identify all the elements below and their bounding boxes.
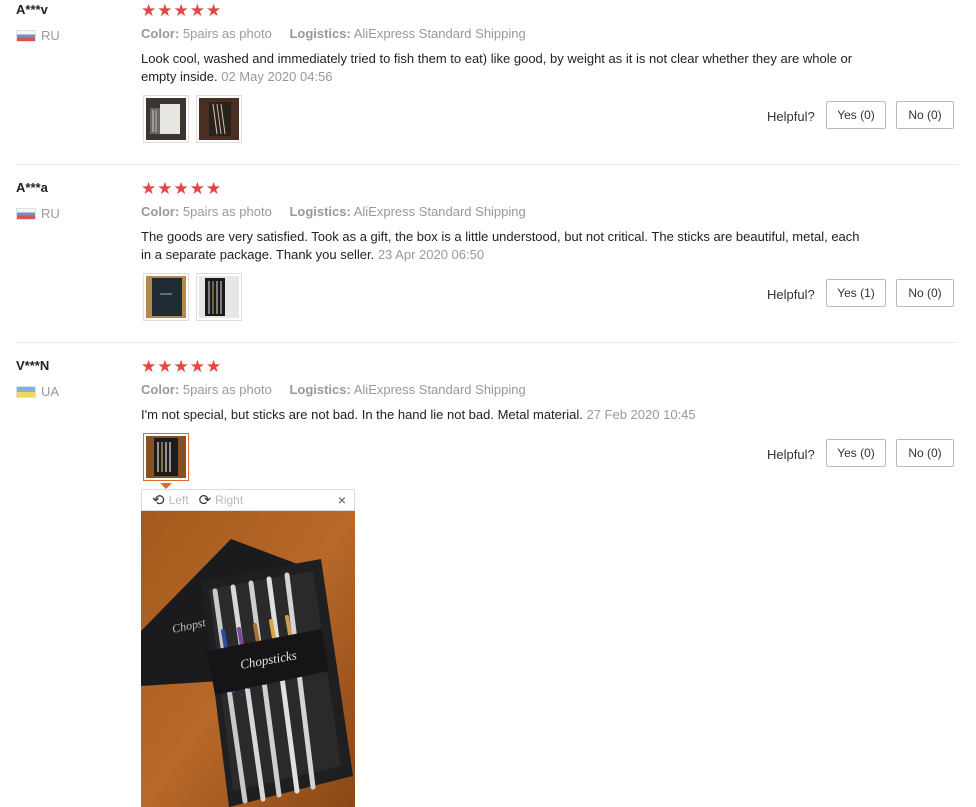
helpful-label: Helpful? [767,287,815,302]
russia-flag-icon [16,29,36,42]
photo-thumbnail-image [146,436,186,478]
star-icon: ★ [157,357,173,376]
star-icon: ★ [206,357,222,376]
reviewer-country: RU [16,206,60,221]
color-value: 5pairs as photo [182,382,272,397]
review-date: 02 May 2020 04:56 [221,69,333,84]
star-rating: ★ ★ ★ ★ ★ [141,180,221,197]
helpful-no-button[interactable]: No (0) [896,279,954,307]
star-icon: ★ [189,179,205,198]
helpful-yes-button[interactable]: Yes (1) [826,279,886,307]
star-rating: ★ ★ ★ ★ ★ [141,358,221,375]
review-photo-thumb[interactable] [143,95,189,143]
star-icon: ★ [206,1,222,20]
logistics-value: AliExpress Standard Shipping [353,204,526,219]
star-icon: ★ [173,1,189,20]
review-photo-thumb-selected[interactable] [143,433,189,481]
star-icon: ★ [157,1,173,20]
review-meta: Color: 5pairs as photo Logistics: AliExp… [141,382,526,397]
color-value: 5pairs as photo [182,26,272,41]
review-photo-thumb[interactable] [143,273,189,321]
color-label: Color: [141,382,180,397]
color-value: 5pairs as photo [182,204,272,219]
review-date: 27 Feb 2020 10:45 [586,407,696,422]
helpful-yes-button[interactable]: Yes (0) [826,439,886,467]
star-icon: ★ [141,179,157,198]
review-text: I'm not special, but sticks are not bad.… [141,406,861,424]
review-text: The goods are very satisfied. Took as a … [141,228,861,264]
photo-thumbnail-image [199,98,239,140]
star-icon: ★ [141,357,157,376]
star-icon: ★ [173,179,189,198]
ukraine-flag-icon [16,385,36,398]
logistics-label: Logistics: [289,382,351,397]
rotate-left-icon[interactable]: ⟲ [152,491,165,509]
star-icon: ★ [157,179,173,198]
review-meta: Color: 5pairs as photo Logistics: AliExp… [141,204,526,219]
review-body: I'm not special, but sticks are not bad.… [141,407,583,422]
logistics-value: AliExpress Standard Shipping [353,382,526,397]
logistics-label: Logistics: [289,26,351,41]
color-label: Color: [141,204,180,219]
review-date: 23 Apr 2020 06:50 [377,247,485,262]
review-divider [16,164,958,165]
review-text: Look cool, washed and immediately tried … [141,50,861,86]
rotate-right-label[interactable]: Right [215,493,243,507]
reviewer-name: V***N [16,358,50,373]
rotate-left-label[interactable]: Left [169,493,189,507]
country-code: RU [41,206,60,221]
close-icon[interactable]: × [338,492,346,508]
review-divider [16,342,958,343]
reviewer-country: RU [16,28,60,43]
review-photo-thumb[interactable] [196,273,242,321]
reviewer-country: UA [16,384,59,399]
photo-thumbnail-image [146,276,186,318]
image-viewer-toolbar: ⟲ Left ⟳ Right × [141,489,355,511]
star-icon: ★ [189,357,205,376]
rotate-right-icon[interactable]: ⟳ [199,491,212,509]
helpful-no-button[interactable]: No (0) [896,439,954,467]
reviewer-name: A***a [16,180,48,195]
helpful-label: Helpful? [767,447,815,462]
star-rating: ★ ★ ★ ★ ★ [141,2,221,19]
russia-flag-icon [16,207,36,220]
photo-thumbnail-image [146,98,186,140]
country-code: RU [41,28,60,43]
star-icon: ★ [173,357,189,376]
logistics-value: AliExpress Standard Shipping [353,26,526,41]
review-meta: Color: 5pairs as photo Logistics: AliExp… [141,26,526,41]
color-label: Color: [141,26,180,41]
star-icon: ★ [189,1,205,20]
photo-thumbnail-image [199,276,239,318]
chopsticks-box-photo: Chopsti Chopsticks [141,511,355,807]
star-icon: ★ [206,179,222,198]
enlarged-review-photo: Chopsti Chopsticks [141,511,355,807]
country-code: UA [41,384,60,399]
star-icon: ★ [141,1,157,20]
helpful-label: Helpful? [767,109,815,124]
helpful-no-button[interactable]: No (0) [896,101,954,129]
logistics-label: Logistics: [289,204,351,219]
helpful-yes-button[interactable]: Yes (0) [826,101,886,129]
reviewer-name: A***v [16,2,48,17]
review-photo-thumb[interactable] [196,95,242,143]
review-body: The goods are very satisfied. Took as a … [141,229,860,262]
